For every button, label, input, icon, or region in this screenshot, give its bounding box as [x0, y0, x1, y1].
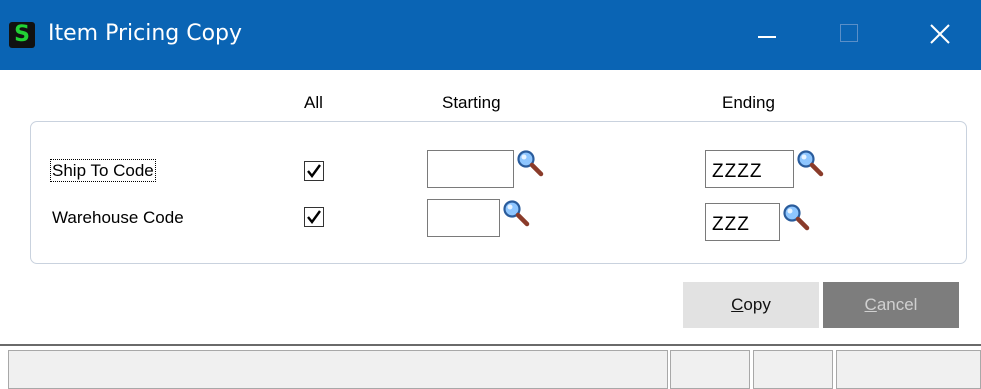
checkmark-icon	[307, 164, 321, 178]
status-panel-1	[670, 350, 750, 389]
ship-to-code-all-checkbox[interactable]	[304, 161, 324, 181]
close-button[interactable]	[910, 0, 970, 70]
title-bar: S Item Pricing Copy	[0, 0, 981, 70]
magnifier-icon[interactable]	[516, 149, 544, 177]
magnifier-icon[interactable]	[796, 149, 824, 177]
ship-to-code-label[interactable]: Ship To Code	[50, 159, 156, 182]
warehouse-code-all-checkbox[interactable]	[304, 207, 324, 227]
checkmark-icon	[307, 210, 321, 224]
cancel-button[interactable]: Cancel	[823, 282, 959, 328]
close-icon	[930, 24, 950, 44]
magnifier-icon[interactable]	[502, 199, 530, 227]
copy-button[interactable]: Copy	[683, 282, 819, 328]
window-title: Item Pricing Copy	[48, 21, 243, 46]
ship-to-code-starting-input[interactable]	[427, 150, 514, 188]
status-panel-3	[836, 350, 981, 389]
column-header-all: All	[304, 93, 323, 112]
warehouse-code-ending-input[interactable]: ZZZ	[705, 203, 780, 241]
status-bar-divider	[0, 344, 981, 346]
column-header-ending: Ending	[722, 93, 775, 112]
status-panel-2	[753, 350, 833, 389]
app-logo-icon: S	[9, 22, 35, 48]
maximize-button[interactable]	[822, 0, 882, 70]
column-header-starting: Starting	[442, 93, 501, 112]
selection-group-box	[30, 121, 967, 264]
magnifier-icon[interactable]	[782, 203, 810, 231]
warehouse-code-starting-input[interactable]	[427, 199, 500, 237]
status-panel-main	[8, 350, 668, 389]
minimize-button[interactable]	[740, 0, 800, 70]
ship-to-code-ending-input[interactable]: ZZZZ	[705, 150, 794, 188]
warehouse-code-label: Warehouse Code	[52, 208, 184, 227]
